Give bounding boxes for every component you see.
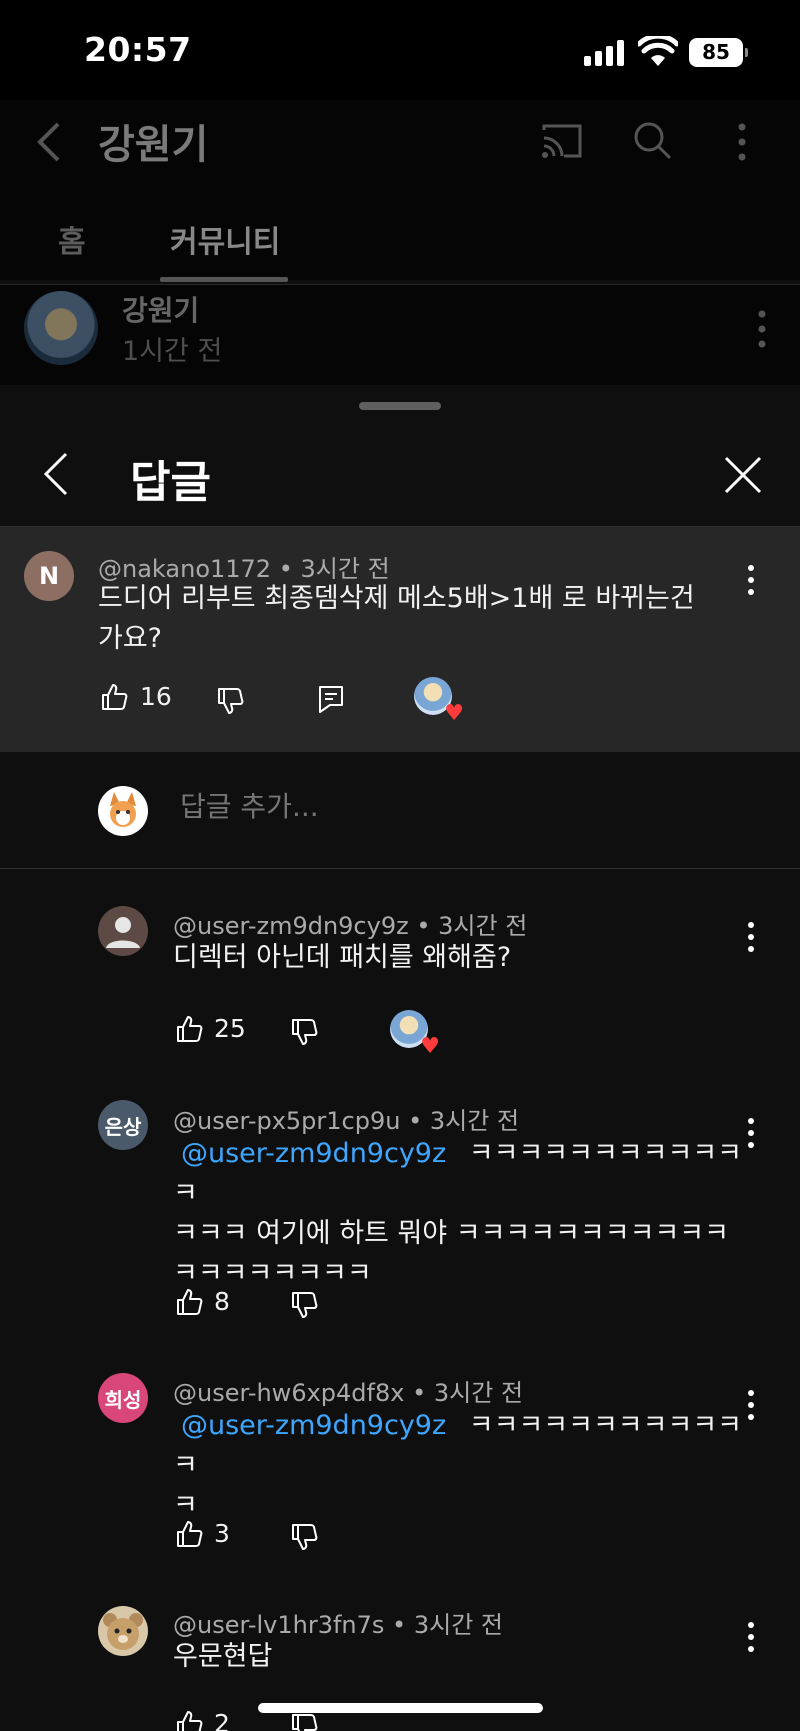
comment-text: @user-zm9dn9cy9z ㅋㅋㅋㅋㅋㅋㅋㅋㅋㅋㅋㅋ ㅋ: [173, 1406, 748, 1526]
comment-meta: @user-zm9dn9cy9z • 3시간 전: [173, 912, 528, 940]
comment-time: 3시간 전: [433, 1379, 524, 1407]
bear-character-icon: [103, 1613, 143, 1650]
status-time: 20:57: [84, 30, 192, 69]
close-icon[interactable]: [724, 456, 762, 494]
mention-link[interactable]: @user-zm9dn9cy9z: [181, 1138, 446, 1169]
like-count: 16: [140, 682, 172, 711]
post-author: 강원기: [122, 294, 200, 327]
comment-author[interactable]: @user-lv1hr3fn7s: [173, 1611, 384, 1639]
comment-time: 3시간 전: [413, 1611, 503, 1639]
reply-icon[interactable]: [318, 685, 344, 713]
comment-text: 드디어 리부트 최종뎀삭제 메소5배>1배 로 바뀌는건가요?: [98, 583, 695, 654]
avatar[interactable]: [98, 1606, 148, 1656]
reply-input[interactable]: [180, 790, 740, 823]
creator-heart-icon: ♥: [414, 677, 464, 725]
cast-icon[interactable]: [540, 122, 584, 160]
like-count: 3: [214, 1519, 230, 1548]
comment-meta: @user-hw6xp4df8x • 3시간 전: [173, 1379, 524, 1407]
home-indicator[interactable]: [258, 1703, 543, 1713]
search-icon[interactable]: [632, 120, 672, 160]
more-vert-icon[interactable]: [756, 309, 768, 349]
like-icon[interactable]: [175, 1015, 203, 1043]
like-icon[interactable]: [175, 1520, 203, 1548]
avatar[interactable]: [98, 906, 148, 956]
more-vert-icon[interactable]: [744, 563, 758, 597]
fox-character-icon: [110, 792, 136, 827]
dislike-icon[interactable]: [290, 1018, 318, 1046]
dislike-icon[interactable]: [216, 687, 244, 715]
post-time: 1시간 전: [122, 336, 223, 367]
community-post-header: 강원기 1시간 전: [0, 285, 800, 385]
comment-author[interactable]: @user-zm9dn9cy9z: [173, 912, 409, 940]
active-tab-indicator: [160, 277, 288, 282]
like-icon[interactable]: [175, 1710, 203, 1731]
comment-text-continued: ㅋ: [173, 1490, 198, 1521]
mention-link[interactable]: @user-zm9dn9cy9z: [181, 1410, 446, 1441]
comment-text: 디렉터 아닌데 패치를 왜해줌?: [173, 942, 512, 973]
comment-text-continued: ㅋㅋㅋ 여기에 하트 뭐야 ㅋㅋㅋㅋㅋㅋㅋㅋㅋㅋㅋ ㅋㅋㅋㅋㅋㅋㅋㅋ: [173, 1218, 729, 1289]
avatar[interactable]: 은상: [98, 1100, 148, 1150]
like-count: 8: [214, 1287, 230, 1316]
channel-tabs: 홈 커뮤니티: [0, 205, 800, 285]
default-user-icon: [106, 917, 140, 948]
wifi-icon: [638, 36, 678, 66]
tab-home[interactable]: 홈: [58, 217, 86, 261]
comment-time: 3시간 전: [438, 912, 528, 940]
avatar[interactable]: N: [24, 551, 74, 601]
like-count: 25: [214, 1014, 246, 1043]
dislike-icon[interactable]: [290, 1291, 318, 1319]
comment-author[interactable]: @user-hw6xp4df8x: [173, 1379, 404, 1407]
dislike-icon[interactable]: [290, 1523, 318, 1551]
sheet-title: 답글: [130, 457, 211, 508]
avatar[interactable]: 희성: [98, 1373, 148, 1423]
more-vert-icon[interactable]: [744, 1620, 758, 1654]
comment-author[interactable]: @user-px5pr1cp9u: [173, 1107, 400, 1135]
comment-meta: @user-px5pr1cp9u • 3시간 전: [173, 1107, 520, 1135]
back-arrow-icon[interactable]: [42, 452, 70, 496]
comment-time: 3시간 전: [429, 1107, 520, 1135]
tab-community[interactable]: 커뮤니티: [170, 217, 280, 261]
more-vert-icon[interactable]: [744, 1116, 758, 1150]
reply-composer: [0, 752, 800, 869]
status-bar: 20:57 85: [0, 0, 800, 100]
like-icon[interactable]: [100, 683, 128, 711]
more-vert-icon[interactable]: [744, 920, 758, 954]
comment-text: 우문현답: [173, 1641, 273, 1672]
more-vert-icon[interactable]: [734, 122, 750, 162]
creator-heart-icon: ♥: [390, 1010, 440, 1058]
comment-meta: @user-lv1hr3fn7s • 3시간 전: [173, 1611, 503, 1639]
comment-text: @user-zm9dn9cy9z ㅋㅋㅋㅋㅋㅋㅋㅋㅋㅋㅋㅋ ㅋㅋㅋ 여기에 하트…: [173, 1134, 748, 1294]
avatar: [98, 786, 148, 836]
like-icon[interactable]: [175, 1288, 203, 1316]
back-arrow-icon[interactable]: [34, 122, 64, 162]
channel-avatar[interactable]: [24, 291, 98, 365]
cellular-signal-icon: [584, 40, 624, 66]
sheet-drag-handle[interactable]: [359, 402, 441, 410]
replies-sheet: 답글 N @nakano1172 • 3시간 전 드디어 리부트 최종뎀삭제 메…: [0, 388, 800, 1731]
parent-comment: N @nakano1172 • 3시간 전 드디어 리부트 최종뎀삭제 메소5배…: [0, 527, 800, 752]
more-vert-icon[interactable]: [744, 1388, 758, 1422]
dislike-icon[interactable]: [290, 1713, 318, 1731]
channel-title: 강원기: [98, 122, 209, 168]
battery-icon: 85: [689, 38, 748, 67]
like-count: 2: [214, 1709, 230, 1731]
